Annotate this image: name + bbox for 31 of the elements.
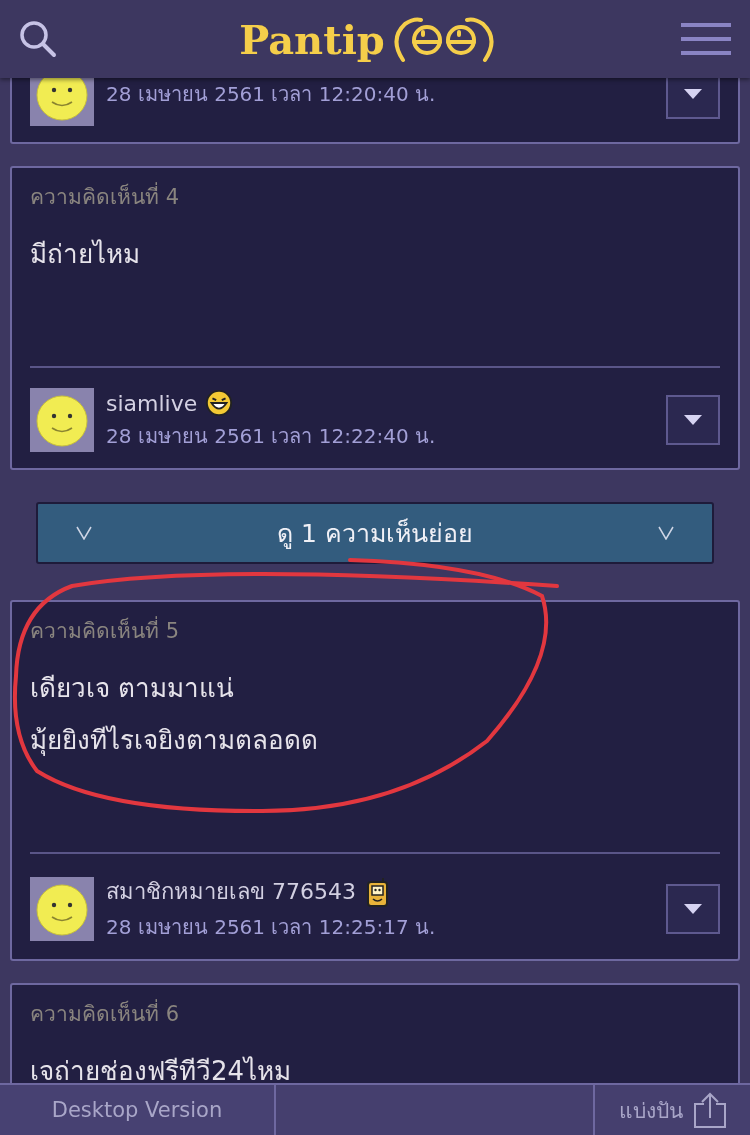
caret-down-icon xyxy=(683,88,703,100)
dropdown-button[interactable] xyxy=(666,395,720,445)
caret-down-icon xyxy=(683,414,703,426)
dropdown-button[interactable] xyxy=(666,78,720,119)
username[interactable]: สมาชิกหมายเลข 776543 xyxy=(106,874,356,909)
comment-date: 28 เมษายน 2561 เวลา 12:20:40 น. xyxy=(106,81,437,108)
comment-number: ความคิดเห็นที่ 6 xyxy=(30,985,720,1029)
chevron-down-icon xyxy=(658,526,674,540)
caret-down-icon xyxy=(683,902,703,915)
smiley-avatar xyxy=(30,78,94,126)
smiley-avatar xyxy=(30,876,94,941)
site-logo[interactable]: Pantip xyxy=(239,15,385,63)
comment-number: ความคิดเห็นที่ 4 xyxy=(30,168,720,212)
share-icon xyxy=(692,1092,727,1128)
comment-text: มีถ่ายไหม xyxy=(30,238,140,271)
comment-date: 28 เมษายน 2561 เวลา 12:22:40 น. xyxy=(106,423,437,450)
username[interactable]: siamlive xyxy=(106,390,198,416)
comment-text: มุ้ยยิงทีไรเจยิงตามตลอดด xyxy=(30,724,318,758)
dropdown-button[interactable] xyxy=(666,883,720,934)
comment-text: เจถ่ายช่องฟรีทีวี24ไหม xyxy=(30,1055,292,1083)
chevron-down-icon xyxy=(76,526,92,540)
menu-icon[interactable] xyxy=(680,22,732,56)
share-button[interactable]: แบ่งปัน xyxy=(595,1085,750,1135)
desktop-version-button[interactable]: Desktop Version xyxy=(0,1085,276,1135)
view-replies-button[interactable]: ดู 1 ความเห็นย่อย xyxy=(36,502,714,564)
search-icon[interactable] xyxy=(18,19,58,59)
laughing-face-icon xyxy=(205,388,234,418)
comment-number: ความคิดเห็นที่ 5 xyxy=(30,602,720,646)
comment-date: 28 เมษายน 2561 เวลา 12:25:17 น. xyxy=(106,914,437,941)
comment-text: เดียวเจ ตามมาแน่ xyxy=(30,672,235,705)
smiley-avatar xyxy=(30,388,94,452)
